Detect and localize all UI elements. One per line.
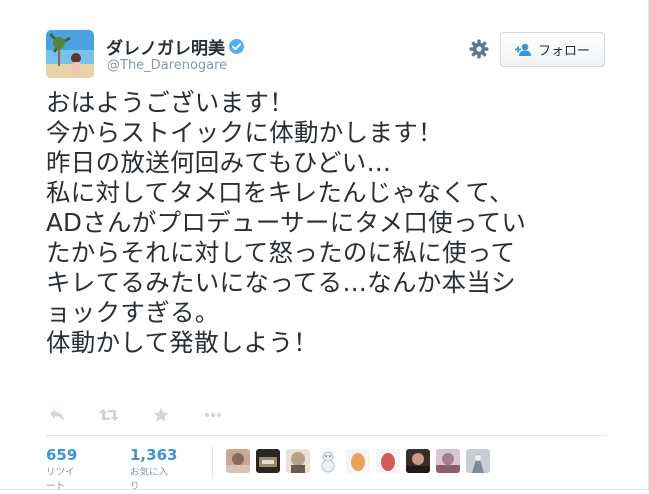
retweet-icon[interactable] — [98, 406, 120, 424]
gear-icon[interactable] — [468, 38, 490, 60]
favoriter-avatars — [226, 449, 496, 473]
user-handle[interactable]: @The_Darenogare — [107, 58, 227, 73]
reply-icon[interactable] — [46, 406, 68, 424]
user-avatar[interactable] — [46, 30, 94, 78]
favorite-count: 1,363 — [130, 446, 178, 464]
stats-separator — [212, 446, 213, 478]
favoriter-avatar-7[interactable] — [406, 449, 430, 473]
tweet-actions — [46, 404, 254, 426]
favoriter-avatar-8[interactable] — [436, 449, 460, 473]
favoriter-avatar-1[interactable] — [226, 449, 250, 473]
follow-user-icon — [514, 43, 531, 56]
display-name-text[interactable]: ダレノガレ明美 — [106, 34, 225, 59]
more-icon[interactable] — [202, 406, 224, 424]
favoriter-avatar-4[interactable] — [316, 449, 340, 473]
favoriter-avatar-3[interactable] — [286, 449, 310, 473]
tweet-text: おはようございます！ 今からストイックに体動かします！ 昨日の放送何回みてもひど… — [46, 88, 527, 357]
favorite-icon[interactable] — [150, 406, 172, 424]
favoriter-avatar-2[interactable] — [256, 449, 280, 473]
retweet-count: 659 — [46, 446, 78, 464]
favoriter-avatar-9[interactable] — [466, 449, 490, 473]
stats-divider — [46, 435, 607, 436]
favorite-stat[interactable]: 1,363 お気に入り — [130, 446, 177, 494]
retweet-stat[interactable]: 659 リツイート — [46, 446, 77, 494]
favoriter-avatar-6[interactable] — [376, 449, 400, 473]
display-name[interactable]: ダレノガレ明美 — [106, 34, 244, 59]
favoriter-avatar-5[interactable] — [346, 449, 370, 473]
follow-button[interactable]: フォロー — [500, 32, 605, 67]
verified-badge-icon — [229, 39, 244, 54]
follow-button-label: フォロー — [537, 44, 590, 59]
